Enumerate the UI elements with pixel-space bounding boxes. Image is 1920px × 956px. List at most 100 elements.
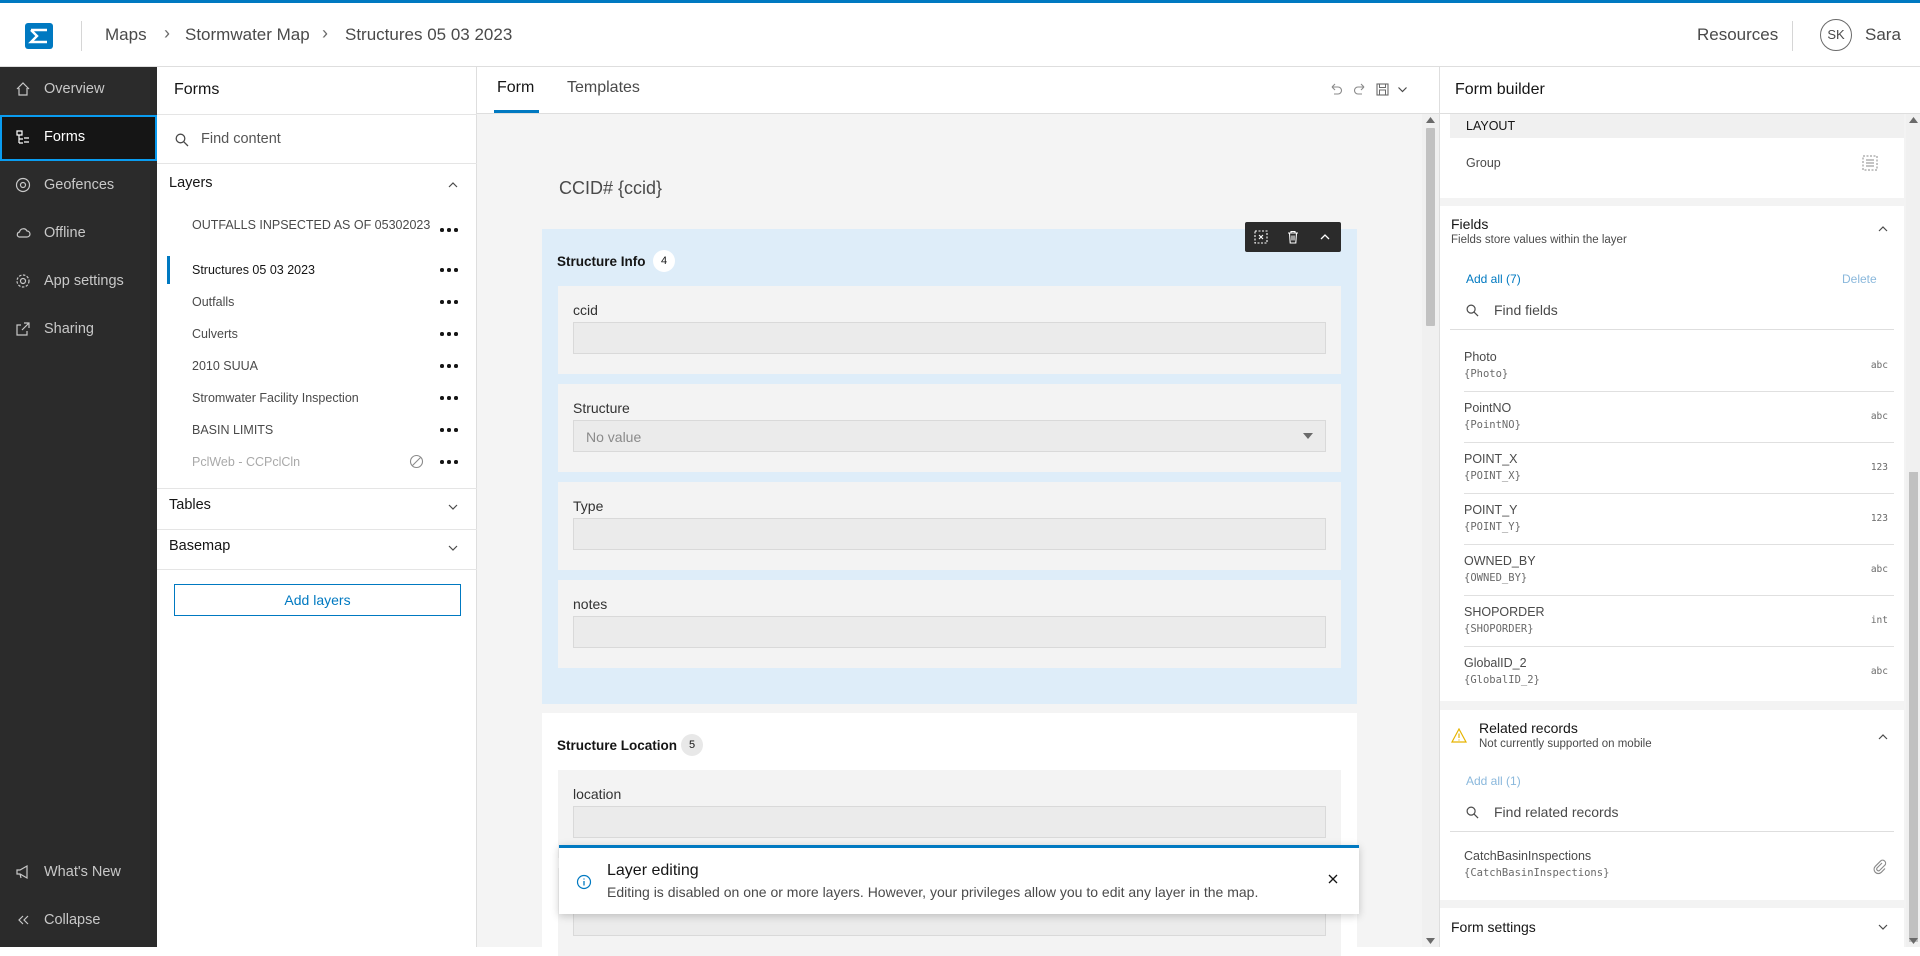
layer-item[interactable]: Culverts (192, 326, 452, 342)
location-input[interactable] (573, 806, 1326, 838)
structure-select[interactable]: No value (573, 420, 1326, 452)
chevron-down-icon[interactable] (1877, 924, 1889, 932)
group-structure-info[interactable]: Structure Info 4 ccid Structure No value… (542, 229, 1357, 704)
basemap-section-header[interactable]: Basemap (169, 538, 230, 554)
find-content-input[interactable]: Find content (157, 115, 477, 163)
nav-item-app-settings[interactable]: App settings (0, 259, 157, 305)
tables-section-header[interactable]: Tables (169, 497, 211, 513)
field-type-icon: 123 (1870, 513, 1888, 524)
form-element-ccid[interactable]: ccid (558, 286, 1341, 374)
app-logo-icon[interactable] (24, 22, 54, 50)
field-type-icon: int (1870, 615, 1888, 626)
chevron-up-icon[interactable] (447, 179, 459, 191)
chevron-down-icon[interactable] (1395, 82, 1410, 97)
form-element-structure[interactable]: Structure No value (558, 384, 1341, 472)
search-icon (1466, 806, 1479, 819)
form-element-type[interactable]: Type (558, 482, 1341, 570)
add-layers-button[interactable]: Add layers (174, 584, 461, 616)
layer-item[interactable]: Outfalls (192, 294, 452, 310)
nav-item-offline[interactable]: Offline (0, 211, 157, 257)
find-related-input[interactable]: Find related records (1450, 792, 1894, 832)
more-options-icon[interactable] (439, 297, 459, 307)
layer-item-selected[interactable]: Structures 05 03 2023 (192, 262, 452, 278)
find-fields-input[interactable]: Find fields (1450, 290, 1894, 330)
tab-form[interactable]: Form (497, 79, 534, 97)
chevron-up-icon[interactable] (1317, 229, 1333, 245)
layer-item[interactable]: OUTFALLS INPSECTED AS OF 05302023 (192, 217, 452, 233)
field-item[interactable]: POINT_Y {POINT_Y} 123 (1464, 495, 1894, 545)
save-icon[interactable] (1375, 82, 1390, 97)
field-item[interactable]: OWNED_BY {OWNED_BY} abc (1464, 546, 1894, 596)
field-type-icon: abc (1870, 360, 1888, 371)
nav-item-forms[interactable]: Forms (0, 115, 157, 161)
nav-item-sharing[interactable]: Sharing (0, 307, 157, 353)
field-type-icon: 123 (1870, 462, 1888, 473)
layers-section-header[interactable]: Layers (169, 175, 213, 191)
tab-templates[interactable]: Templates (567, 79, 640, 97)
group-count-badge: 5 (681, 734, 703, 756)
nav-item-geofences[interactable]: Geofences (0, 163, 157, 209)
more-options-icon[interactable] (439, 393, 459, 403)
tab-bar: Form Templates (477, 67, 1439, 114)
more-options-icon[interactable] (439, 265, 459, 275)
close-icon[interactable] (1327, 873, 1339, 885)
field-item[interactable]: GlobalID_2 {GlobalID_2} abc (1464, 648, 1894, 698)
more-options-icon[interactable] (439, 425, 459, 435)
nav-item-collapse[interactable]: Collapse (0, 898, 157, 944)
field-type-icon: abc (1870, 564, 1888, 575)
form-title[interactable]: CCID# {ccid} (559, 178, 662, 199)
undo-icon[interactable] (1329, 82, 1344, 97)
avatar[interactable]: SK (1820, 19, 1852, 51)
resources-link[interactable]: Resources (1697, 25, 1778, 45)
canvas-scrollbar[interactable] (1422, 114, 1439, 947)
scroll-up-icon[interactable] (1909, 117, 1918, 123)
field-label: ccid (573, 302, 598, 318)
layout-group-item[interactable]: Group (1466, 156, 1501, 170)
trash-icon[interactable] (1285, 229, 1301, 245)
notes-input[interactable] (573, 616, 1326, 648)
panel-scrollbar[interactable] (1906, 114, 1920, 947)
field-key: {POINT_X} (1464, 470, 1521, 482)
add-all-fields-button[interactable]: Add all (7) (1466, 272, 1521, 286)
chevron-right-icon: › (164, 23, 170, 43)
left-nav: Overview Forms Geofences Offline App set… (0, 67, 157, 947)
related-item[interactable]: CatchBasinInspections {CatchBasinInspect… (1464, 841, 1894, 891)
nav-item-whats-new[interactable]: What's New (0, 850, 157, 896)
chevron-down-icon[interactable] (447, 501, 459, 513)
scroll-down-icon[interactable] (1909, 938, 1918, 944)
field-type-icon: abc (1870, 411, 1888, 422)
breadcrumb-stormwater-map[interactable]: Stormwater Map (185, 25, 310, 45)
field-name: Photo (1464, 350, 1497, 364)
field-item[interactable]: SHOPORDER {SHOPORDER} int (1464, 597, 1894, 647)
more-options-icon[interactable] (439, 457, 459, 467)
layer-item[interactable]: 2010 SUUA (192, 358, 452, 374)
more-options-icon[interactable] (439, 361, 459, 371)
type-input[interactable] (573, 518, 1326, 550)
chevron-up-icon[interactable] (1877, 224, 1889, 232)
form-settings-section[interactable]: Form settings (1440, 908, 1904, 947)
group-structure-location[interactable]: Structure Location 5 location (542, 713, 1357, 956)
layer-item[interactable]: BASIN LIMITS (192, 422, 452, 438)
nav-item-overview[interactable]: Overview (0, 67, 157, 113)
form-element-notes[interactable]: notes (558, 580, 1341, 668)
nav-label: Overview (44, 81, 105, 97)
more-options-icon[interactable] (439, 329, 459, 339)
layer-item[interactable]: Stromwater Facility Inspection (192, 390, 452, 406)
field-item[interactable]: Photo {Photo} abc (1464, 342, 1894, 392)
more-options-icon[interactable] (439, 225, 459, 235)
user-name[interactable]: Sara (1865, 25, 1901, 45)
add-all-related-button[interactable]: Add all (1) (1466, 774, 1521, 788)
chevron-up-icon[interactable] (1877, 732, 1889, 740)
chevron-down-icon[interactable] (447, 542, 459, 554)
ungroup-icon[interactable] (1253, 229, 1269, 245)
breadcrumb-maps[interactable]: Maps (105, 25, 147, 45)
field-item[interactable]: POINT_X {POINT_X} 123 (1464, 444, 1894, 494)
field-key: {Photo} (1464, 368, 1509, 380)
scroll-up-icon[interactable] (1426, 117, 1435, 123)
ccid-input[interactable] (573, 322, 1326, 354)
redo-icon[interactable] (1352, 82, 1367, 97)
field-item[interactable]: PointNO {PointNO} abc (1464, 393, 1894, 443)
delete-fields-button[interactable]: Delete (1842, 272, 1877, 286)
field-name: GlobalID_2 (1464, 656, 1527, 670)
scroll-down-icon[interactable] (1426, 938, 1435, 944)
